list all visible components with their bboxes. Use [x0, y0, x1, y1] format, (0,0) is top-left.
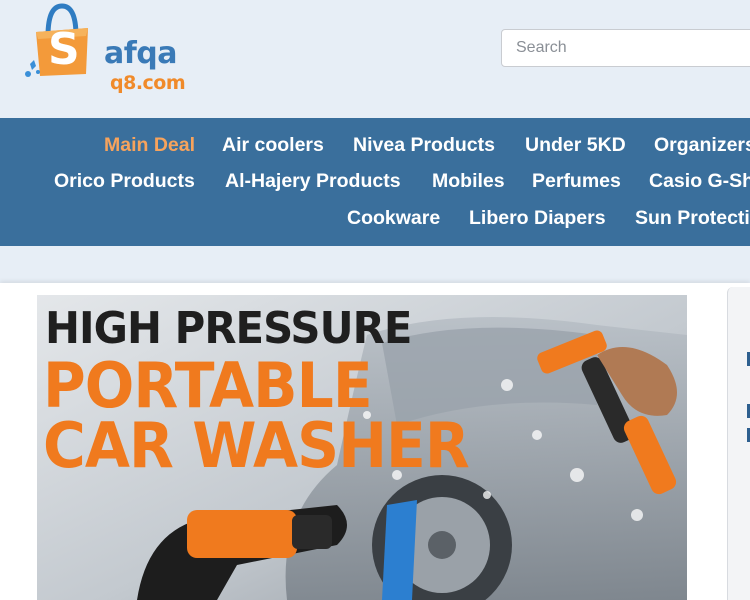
- nav-row-2: Orico Products Al-Hajery Products Mobile…: [0, 170, 750, 194]
- spacer-strip: [0, 246, 750, 283]
- nav-link-casio-g-shock[interactable]: Casio G-Shock: [649, 170, 750, 193]
- banner-heading-line-1: HIGH PRESSURE: [45, 303, 412, 354]
- deal-banner[interactable]: HIGH PRESSURE PORTABLE CAR WASHER: [37, 295, 687, 600]
- nav-link-cookware[interactable]: Cookware: [347, 207, 440, 230]
- logo-text-main: afqa: [104, 36, 178, 71]
- nav-link-mobiles[interactable]: Mobiles: [432, 170, 505, 193]
- nav-link-nivea-products[interactable]: Nivea Products: [353, 134, 495, 157]
- site-logo[interactable]: S afqa q8.com: [24, 2, 204, 102]
- nav-link-al-hajery-products[interactable]: Al-Hajery Products: [225, 170, 401, 193]
- search-input[interactable]: [501, 29, 750, 67]
- nav-row-3: Cookware Libero Diapers Sun Protection: [0, 207, 750, 231]
- logo-text-sub: q8.com: [110, 72, 186, 94]
- logo-bag-letter: S: [48, 24, 80, 75]
- banner-heading-line-3: CAR WASHER: [43, 409, 470, 482]
- site-header: S afqa q8.com: [0, 0, 750, 118]
- side-product-card[interactable]: [727, 287, 750, 600]
- nav-link-main-deal[interactable]: Main Deal: [104, 134, 195, 157]
- nav-link-air-coolers[interactable]: Air coolers: [222, 134, 324, 157]
- category-nav: Main Deal Air coolers Nivea Products Und…: [0, 118, 750, 246]
- nav-link-libero-diapers[interactable]: Libero Diapers: [469, 207, 606, 230]
- nav-link-perfumes[interactable]: Perfumes: [532, 170, 621, 193]
- nav-link-sun-protection[interactable]: Sun Protection: [635, 207, 750, 230]
- nav-link-orico-products[interactable]: Orico Products: [54, 170, 195, 193]
- banner-heading-line-2: PORTABLE: [43, 349, 373, 422]
- nav-row-1: Main Deal Air coolers Nivea Products Und…: [0, 134, 750, 158]
- nav-link-organizers[interactable]: Organizers: [654, 134, 750, 157]
- nav-link-under-5kd[interactable]: Under 5KD: [525, 134, 626, 157]
